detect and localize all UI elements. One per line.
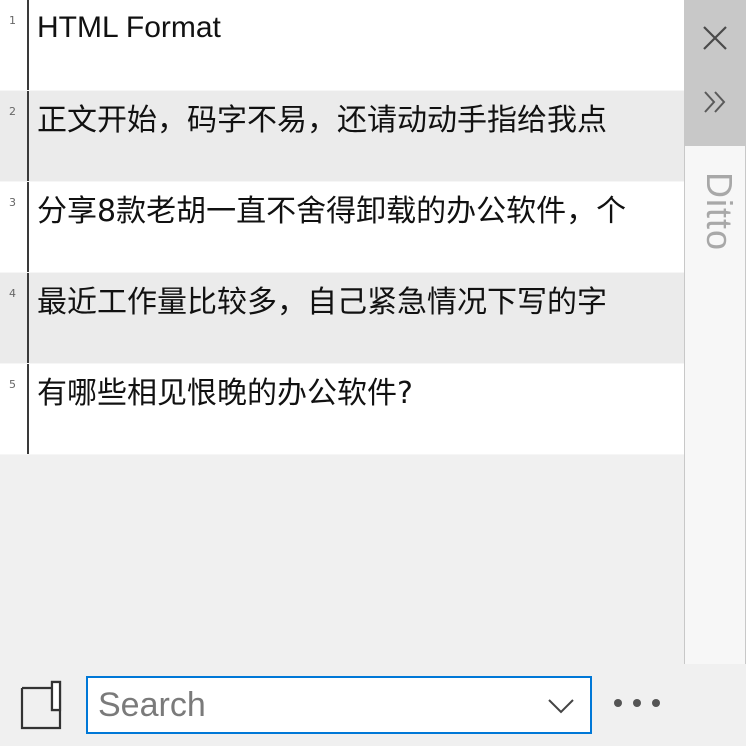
app-title: Ditto: [699, 172, 740, 252]
clip-item[interactable]: 1 HTML Format: [0, 0, 684, 91]
clip-item[interactable]: 2 正文开始，码字不易，还请动动手指给我点: [0, 91, 684, 182]
row-separator: [27, 91, 29, 181]
row-separator: [27, 273, 29, 363]
note-icon: [20, 680, 62, 730]
clip-item[interactable]: 5 有哪些相见恨晚的办公软件?: [0, 364, 684, 455]
clip-text: 分享8款老胡一直不舍得卸载的办公软件，个: [37, 194, 627, 229]
more-options-button[interactable]: [610, 688, 664, 718]
clip-index: 5: [9, 378, 16, 391]
row-separator: [27, 0, 29, 90]
ditto-window: 1 HTML Format 2 正文开始，码字不易，还请动动手指给我点 3 分享…: [0, 0, 746, 746]
clip-index: 4: [9, 287, 16, 300]
double-chevron-right-icon: [704, 91, 726, 113]
clip-index: 3: [9, 196, 16, 209]
clip-index: 2: [9, 105, 16, 118]
footer-bar: [0, 664, 746, 746]
clip-text: 有哪些相见恨晚的办公软件?: [37, 376, 413, 411]
expand-button[interactable]: [684, 74, 746, 130]
row-separator: [27, 182, 29, 272]
clip-text: HTML Format: [37, 11, 221, 44]
close-button[interactable]: [684, 2, 746, 74]
clip-text: 正文开始，码字不易，还请动动手指给我点: [37, 103, 607, 138]
more-dots-icon: [614, 699, 660, 707]
chevron-down-icon: [548, 699, 574, 714]
clip-item[interactable]: 3 分享8款老胡一直不舍得卸载的办公软件，个: [0, 182, 684, 273]
note-button[interactable]: [16, 680, 66, 732]
side-panel: Ditto: [684, 0, 746, 664]
clip-list: 1 HTML Format 2 正文开始，码字不易，还请动动手指给我点 3 分享…: [0, 0, 684, 455]
search-box: [86, 676, 592, 734]
close-icon: [703, 26, 727, 50]
clip-text: 最近工作量比较多，自己紧急情况下写的字: [37, 285, 607, 320]
search-input[interactable]: [98, 684, 528, 726]
row-separator: [27, 364, 29, 454]
search-dropdown-button[interactable]: [546, 692, 576, 718]
clip-item[interactable]: 4 最近工作量比较多，自己紧急情况下写的字: [0, 273, 684, 364]
clip-index: 1: [9, 14, 16, 27]
